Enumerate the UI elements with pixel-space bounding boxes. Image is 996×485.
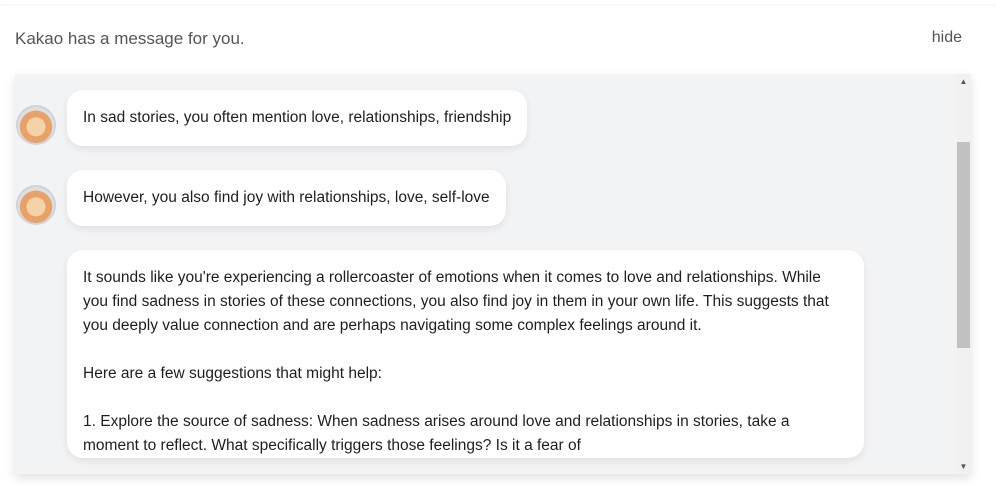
chat-message: It sounds like you're experiencing a rol…	[67, 250, 864, 458]
chat-panel: In sad stories, you often mention love, …	[15, 74, 971, 474]
hide-button[interactable]: hide	[932, 29, 962, 47]
top-divider	[0, 0, 996, 4]
chat-message: However, you also find joy with relation…	[67, 170, 506, 226]
kakao-avatar	[16, 185, 56, 225]
notification-title: Kakao has a message for you.	[15, 29, 245, 48]
scroll-up-icon[interactable]: ▲	[956, 77, 971, 86]
scrollbar-thumb[interactable]	[957, 142, 970, 348]
kakao-avatar	[16, 105, 56, 145]
scroll-down-icon[interactable]: ▼	[956, 462, 971, 471]
chat-message: In sad stories, you often mention love, …	[67, 90, 528, 146]
scrollbar[interactable]: ▲ ▼	[956, 74, 971, 474]
